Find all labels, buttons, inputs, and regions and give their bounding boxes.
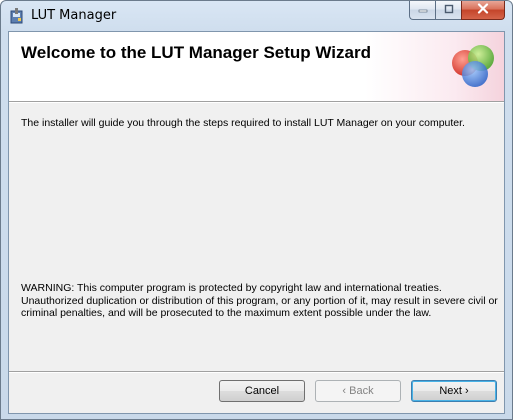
footer-separator: [9, 371, 504, 373]
copyright-warning: WARNING: This computer program is protec…: [21, 282, 498, 319]
setup-circles-logo: [446, 41, 500, 91]
next-button[interactable]: Next ›: [411, 380, 497, 402]
title-bar[interactable]: LUT Manager: [1, 1, 512, 31]
wizard-banner: Welcome to the LUT Manager Setup Wizard: [9, 32, 504, 101]
maximize-button[interactable]: [435, 1, 461, 20]
wizard-client-area: Welcome to the LUT Manager Setup Wizard: [8, 31, 505, 414]
installer-icon: [9, 7, 25, 25]
window-title: LUT Manager: [31, 8, 117, 23]
banner-separator: [9, 101, 504, 103]
intro-text: The installer will guide you through the…: [21, 117, 465, 129]
back-button[interactable]: ‹ Back: [315, 380, 401, 402]
maximize-icon: [444, 1, 454, 19]
caption-buttons: [409, 1, 505, 21]
minimize-button[interactable]: [409, 1, 435, 20]
banner-title: Welcome to the LUT Manager Setup Wizard: [21, 43, 371, 62]
cancel-button[interactable]: Cancel: [219, 380, 305, 402]
minimize-icon: [418, 1, 428, 19]
close-button[interactable]: [461, 1, 505, 20]
close-icon: [477, 1, 489, 19]
setup-window: LUT Manager Welcome to the LUT Manager S…: [0, 0, 513, 420]
